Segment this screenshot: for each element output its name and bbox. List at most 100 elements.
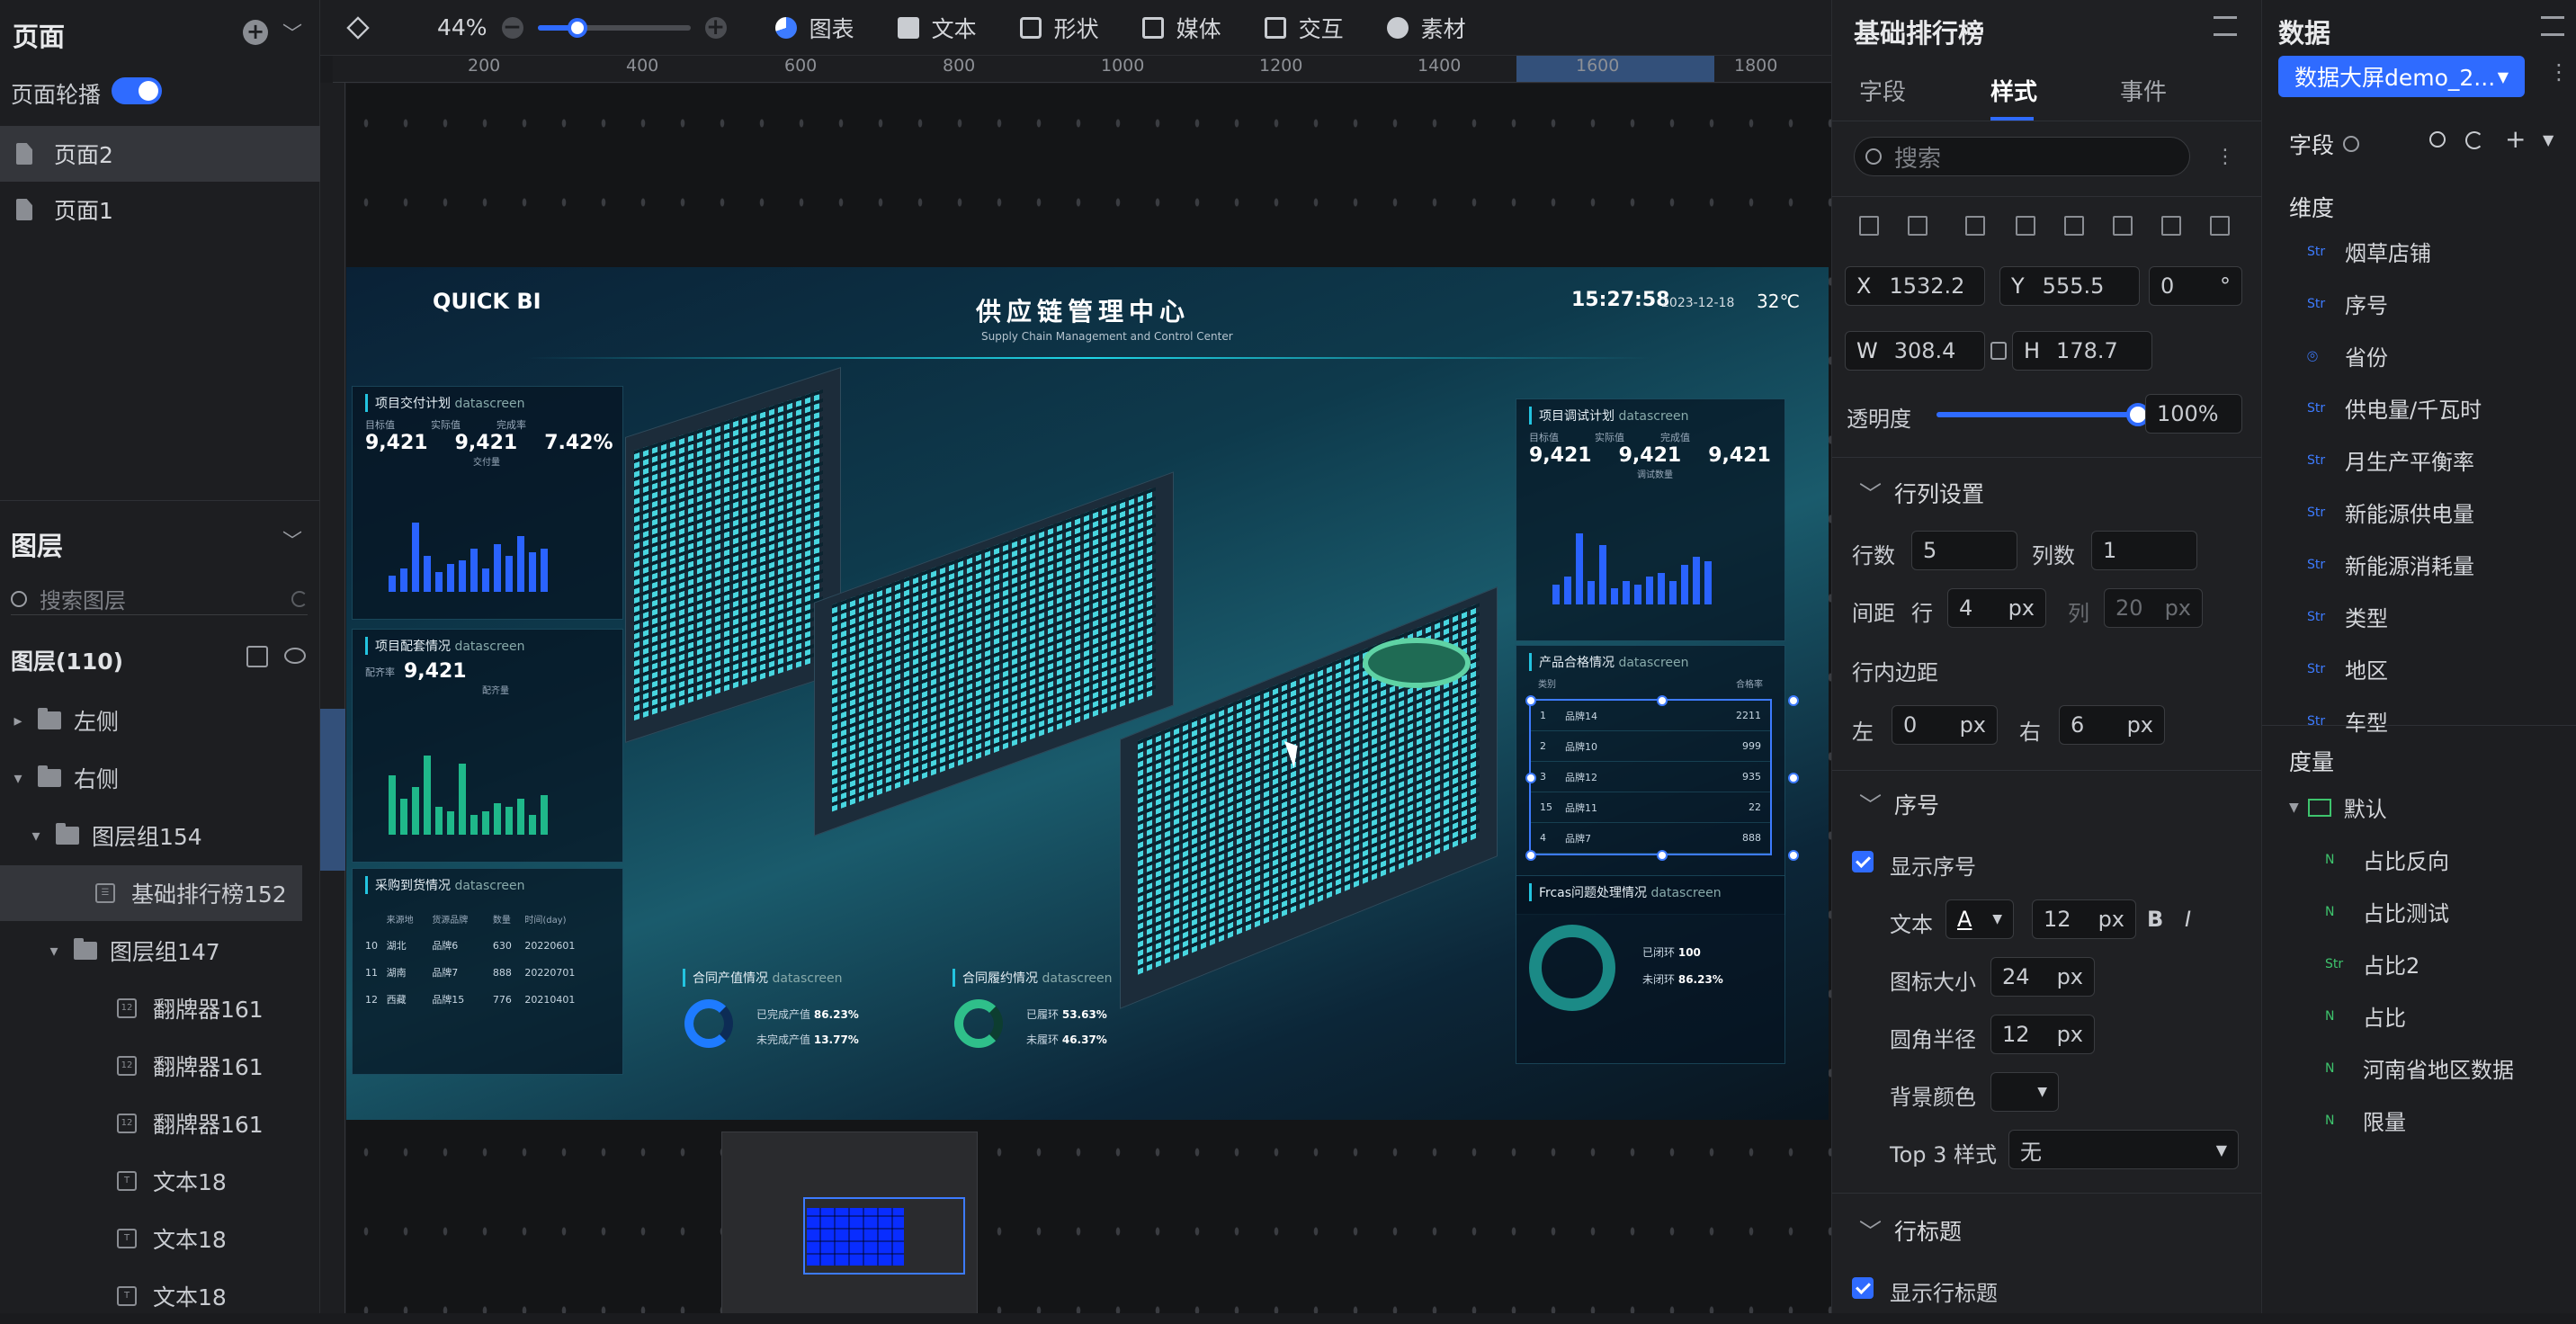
more-icon[interactable]: ⋮ [2215, 146, 2235, 168]
layer-item[interactable]: ▾ 右侧 [0, 750, 302, 806]
rotation-field[interactable]: 0 ° [2149, 266, 2242, 306]
opacity-slider[interactable] [1936, 403, 2150, 426]
align-icon[interactable] [2016, 216, 2035, 236]
align-icon[interactable] [2210, 216, 2230, 236]
section-row-title[interactable]: ﹀ 行标题 [1859, 1214, 1962, 1247]
align-icon[interactable] [2113, 216, 2133, 236]
italic-button[interactable]: I [2185, 907, 2191, 932]
chevron-down-icon[interactable]: ▾ [45, 942, 63, 961]
measure-field[interactable]: N 占比 [2325, 1000, 2406, 1032]
dimension-field[interactable]: Str 烟草店铺 [2307, 236, 2431, 267]
layer-search[interactable]: 搜索图层 [11, 583, 308, 615]
radius-field[interactable]: 12 px [1990, 1015, 2095, 1054]
tool-chart[interactable]: 图表 [774, 12, 854, 44]
menu-icon[interactable] [2541, 16, 2564, 36]
refresh-icon[interactable] [291, 590, 308, 607]
align-icon[interactable] [1859, 216, 1879, 236]
chevron-right-icon[interactable]: ▸ [9, 711, 27, 730]
layer-item[interactable]: T 文本18 [0, 1268, 302, 1324]
dropdown-arrow-icon[interactable]: ▼ [2543, 131, 2554, 148]
top3-select[interactable]: 无 ▼ [2008, 1130, 2239, 1169]
info-icon[interactable] [2343, 136, 2360, 152]
bold-button[interactable]: B [2147, 907, 2163, 932]
tool-text[interactable]: 文本 [897, 12, 977, 44]
layer-item[interactable]: 12 翻牌器161 [0, 1038, 302, 1094]
style-search[interactable]: 搜索 [1854, 137, 2190, 176]
dimension-field[interactable]: Str 新能源消耗量 [2307, 549, 2474, 580]
layer-item[interactable]: ☰ 基础排行榜152 [0, 865, 302, 921]
measure-field[interactable]: N 河南省地区数据 [2325, 1052, 2514, 1084]
align-icon[interactable] [2161, 216, 2181, 236]
add-icon[interactable]: + [2505, 124, 2526, 154]
tool-assets[interactable]: 素材 [1386, 12, 1466, 44]
measure-group[interactable]: ▼ 默认 [2289, 792, 2387, 823]
layer-item[interactable]: ▾ 图层组154 [0, 808, 302, 863]
font-size-field[interactable]: 12 px [2032, 899, 2136, 939]
show-serial-checkbox[interactable] [1852, 851, 1874, 872]
resize-handle[interactable] [1525, 695, 1536, 706]
tool-interaction[interactable]: 交互 [1264, 12, 1344, 44]
dashboard-screen[interactable]: QUICK BI 供应链管理中心 Supply Chain Management… [346, 267, 1829, 1120]
ranking-list-selected[interactable]: 1 品牌14 2211 2 品牌10 999 3 品牌12 935 15 品牌11 22 4 品牌7 888 [1525, 695, 1799, 861]
layer-item[interactable]: ▸ 左侧 [0, 693, 302, 748]
card-commissioning-plan[interactable]: 项目调试计划 datascreen 目标值 实际值 完成值 9,421 9,421 9,… [1516, 398, 1785, 641]
refresh-icon[interactable] [2465, 131, 2483, 149]
cols-field[interactable]: 1 [2091, 531, 2197, 570]
width-field[interactable]: W 308.4 [1845, 331, 1985, 371]
resize-handle[interactable] [1788, 773, 1799, 783]
tab-fields[interactable]: 字段 [1859, 74, 1906, 107]
eye-icon[interactable] [284, 648, 306, 664]
tool-shape[interactable]: 形状 [1019, 12, 1099, 44]
measure-field[interactable]: N 限量 [2325, 1105, 2406, 1136]
resize-handle[interactable] [1788, 695, 1799, 706]
card-frcas[interactable]: Frcas问题处理情况 datascreen 已闭环 100 未闭环 86.23… [1516, 875, 1785, 1064]
carousel-toggle[interactable] [112, 77, 162, 104]
menu-icon[interactable] [2214, 16, 2237, 36]
height-field[interactable]: H 178.7 [2012, 331, 2152, 371]
design-canvas[interactable]: QUICK BI 供应链管理中心 Supply Chain Management… [346, 84, 1831, 1313]
zoom-out-icon[interactable]: − [501, 15, 523, 39]
dimension-field[interactable]: ⌾ 省份 [2307, 340, 2388, 371]
text-color-picker[interactable]: A ▼ [1945, 899, 2014, 939]
dimension-field[interactable]: Str 类型 [2307, 601, 2388, 632]
opacity-field[interactable]: 100% [2145, 394, 2242, 434]
card-supply-match[interactable]: 项目配套情况 datascreen 配齐率 9,421 配齐量 [352, 629, 623, 863]
page-item-1[interactable]: 页面1 [0, 182, 320, 237]
pad-right-field[interactable]: 6 px [2059, 705, 2165, 745]
measure-field[interactable]: Str 占比2 [2325, 948, 2419, 980]
resize-handle[interactable] [1525, 773, 1536, 783]
page-item-2[interactable]: 页面2 [0, 126, 320, 182]
measure-field[interactable]: N 占比测试 [2325, 896, 2449, 927]
align-icon[interactable] [2064, 216, 2084, 236]
dimension-field[interactable]: Str 新能源供电量 [2307, 497, 2474, 528]
dimension-field[interactable]: Str 月生产平衡率 [2307, 444, 2474, 476]
chevron-down-icon[interactable]: ﹀ [282, 525, 302, 554]
measure-field[interactable]: N 占比反向 [2325, 844, 2449, 875]
resize-handle[interactable] [1788, 850, 1799, 861]
dimension-field[interactable]: Str 地区 [2307, 653, 2388, 684]
card-procurement[interactable]: 采购到货情况 datascreen 来源地 货源品牌 数量 时间(day) 10 湖北 品牌… [352, 868, 623, 1075]
search-icon[interactable] [2429, 131, 2446, 148]
card-contract-output[interactable]: 合同产值情况 datascreen 已完成产值 86.23% 未完成产值 13.… [670, 962, 931, 1069]
layer-item[interactable]: 12 翻牌器161 [0, 980, 302, 1036]
style-search-input[interactable]: 搜索 [1894, 140, 1941, 174]
x-field[interactable]: X 1532.2 [1845, 266, 1985, 306]
chevron-down-icon[interactable]: ﹀ [282, 18, 302, 47]
zoom-slider[interactable] [537, 17, 691, 38]
tab-style[interactable]: 样式 [1990, 74, 2037, 107]
dimension-field[interactable]: Str 车型 [2307, 705, 2388, 737]
layer-item[interactable]: T 文本18 [0, 1211, 302, 1266]
layer-item[interactable]: ▾ 图层组147 [0, 923, 302, 979]
card-product-quality[interactable]: 产品合格情况 datascreen 类别 合格率 1 品牌14 2211 2 品牌10 99… [1516, 645, 1799, 915]
card-delivery-plan[interactable]: 项目交付计划 datascreen 目标值 实际值 完成率 9,421 9,421 7.… [352, 386, 623, 620]
chevron-down-icon[interactable]: ▾ [27, 827, 45, 845]
show-row-title-checkbox[interactable] [1852, 1277, 1874, 1299]
resize-handle[interactable] [1657, 695, 1668, 706]
section-serial[interactable]: ﹀ 序号 [1859, 788, 1939, 820]
card-contract-fulfillment[interactable]: 合同履约情况 datascreen 已履环 53.63% 未履环 46.37% [940, 962, 1201, 1069]
icon-size-field[interactable]: 24 px [1990, 957, 2095, 997]
add-page-icon[interactable]: + [243, 20, 268, 45]
dimension-field[interactable]: Str 供电量/千瓦时 [2307, 392, 2482, 424]
tab-events[interactable]: 事件 [2120, 74, 2167, 107]
align-icon[interactable] [1908, 216, 1928, 236]
